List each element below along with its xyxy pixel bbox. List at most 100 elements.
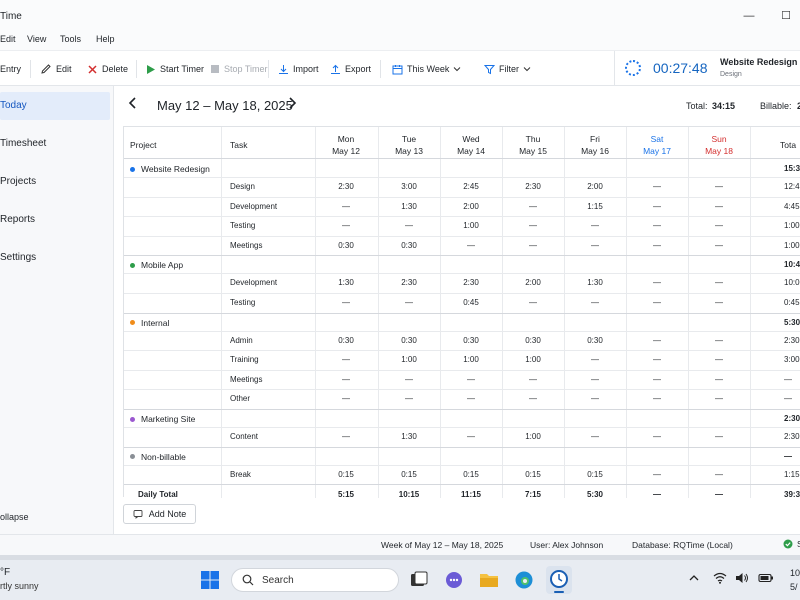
time-cell[interactable]: 0:30 <box>564 336 626 345</box>
time-cell[interactable]: — <box>315 394 377 403</box>
start-timer-button[interactable]: Start Timer <box>146 61 204 77</box>
time-cell[interactable]: — <box>502 241 564 250</box>
active-timer-panel[interactable]: 00:27:48 Website Redesign Design <box>614 51 800 86</box>
time-cell[interactable]: — <box>378 221 440 230</box>
time-cell[interactable]: — <box>626 336 688 345</box>
time-cell[interactable]: — <box>626 182 688 191</box>
time-cell[interactable]: 2:30 <box>502 182 564 191</box>
import-button[interactable]: Import <box>278 61 319 77</box>
time-cell[interactable]: 0:15 <box>378 470 440 479</box>
time-cell[interactable]: — <box>688 336 750 345</box>
time-cell[interactable]: — <box>626 241 688 250</box>
time-cell[interactable]: — <box>626 470 688 479</box>
time-cell[interactable]: — <box>564 298 626 307</box>
sidebar-item-projects[interactable]: Projects <box>0 168 110 196</box>
time-cell[interactable]: — <box>688 241 750 250</box>
time-cell[interactable]: 2:45 <box>440 182 502 191</box>
time-cell[interactable]: — <box>564 241 626 250</box>
time-cell[interactable]: 1:30 <box>378 202 440 211</box>
taskbar-time[interactable]: 10 <box>790 568 800 578</box>
time-cell[interactable]: — <box>688 202 750 211</box>
time-cell[interactable]: — <box>564 355 626 364</box>
time-cell[interactable]: 0:15 <box>564 470 626 479</box>
sidebar-item-timesheet[interactable]: Timesheet <box>0 130 110 158</box>
filter-dropdown[interactable]: Filter <box>484 61 531 77</box>
time-cell[interactable]: 2:30 <box>378 278 440 287</box>
time-cell[interactable]: — <box>688 182 750 191</box>
minimize-button[interactable]: — <box>738 6 760 26</box>
time-cell[interactable]: 0:30 <box>378 336 440 345</box>
start-menu-icon[interactable] <box>199 569 221 591</box>
edit-button[interactable]: Edit <box>40 61 72 77</box>
time-cell[interactable]: 0:30 <box>502 336 564 345</box>
new-entry-button[interactable]: Entry <box>0 61 21 77</box>
time-cell[interactable]: — <box>564 394 626 403</box>
date-range-dropdown[interactable]: This Week <box>392 61 461 77</box>
time-cell[interactable]: — <box>626 221 688 230</box>
time-cell[interactable]: — <box>378 298 440 307</box>
time-cell[interactable]: — <box>440 375 502 384</box>
time-cell[interactable]: 1:00 <box>502 432 564 441</box>
time-cell[interactable]: — <box>688 221 750 230</box>
time-cell[interactable]: 2:00 <box>502 278 564 287</box>
edge-browser-icon[interactable] <box>513 569 535 591</box>
project-row-label[interactable]: Mobile App <box>130 260 183 270</box>
time-cell[interactable]: — <box>502 221 564 230</box>
time-cell[interactable]: — <box>564 221 626 230</box>
time-cell[interactable]: — <box>626 375 688 384</box>
time-cell[interactable]: 0:30 <box>378 241 440 250</box>
menu-tools[interactable]: Tools <box>60 34 81 44</box>
time-cell[interactable]: 0:15 <box>315 470 377 479</box>
project-row-label[interactable]: Non-billable <box>130 452 186 462</box>
chevron-up-icon[interactable] <box>688 572 700 584</box>
time-cell[interactable]: 1:30 <box>564 278 626 287</box>
time-cell[interactable]: 0:30 <box>315 336 377 345</box>
time-cell[interactable]: — <box>564 375 626 384</box>
time-cell[interactable]: 1:00 <box>502 355 564 364</box>
time-cell[interactable]: 2:30 <box>315 182 377 191</box>
time-cell[interactable]: — <box>688 470 750 479</box>
time-cell[interactable]: 1:00 <box>440 221 502 230</box>
weather-desc[interactable]: rtly sunny <box>0 581 39 591</box>
time-cell[interactable]: — <box>688 278 750 287</box>
time-cell[interactable]: 0:30 <box>440 336 502 345</box>
time-cell[interactable]: — <box>564 432 626 441</box>
time-cell[interactable]: — <box>688 298 750 307</box>
task-view-icon[interactable] <box>408 569 430 591</box>
time-cell[interactable]: — <box>440 241 502 250</box>
time-cell[interactable]: 1:00 <box>378 355 440 364</box>
menu-help[interactable]: Help <box>96 34 115 44</box>
time-cell[interactable]: 0:30 <box>315 241 377 250</box>
project-row-label[interactable]: Internal <box>130 318 169 328</box>
prev-week-button[interactable] <box>128 96 138 110</box>
weather-temp[interactable]: °F <box>0 567 10 578</box>
time-cell[interactable]: — <box>502 298 564 307</box>
time-cell[interactable]: — <box>626 355 688 364</box>
time-cell[interactable]: — <box>626 394 688 403</box>
add-note-button[interactable]: Add Note <box>123 504 196 524</box>
export-button[interactable]: Export <box>330 61 371 77</box>
sidebar-item-reports[interactable]: Reports <box>0 206 110 234</box>
time-cell[interactable]: — <box>626 202 688 211</box>
wifi-icon[interactable] <box>713 572 727 584</box>
time-cell[interactable]: — <box>502 394 564 403</box>
maximize-button[interactable]: ☐ <box>775 6 797 26</box>
next-week-button[interactable] <box>287 96 297 110</box>
taskbar-date[interactable]: 5/ <box>790 582 798 592</box>
menu-view[interactable]: View <box>27 34 46 44</box>
time-cell[interactable]: — <box>688 394 750 403</box>
time-cell[interactable]: 0:15 <box>440 470 502 479</box>
chat-icon[interactable] <box>443 569 465 591</box>
sidebar-item-today[interactable]: Today <box>0 92 110 120</box>
time-cell[interactable]: — <box>315 355 377 364</box>
time-cell[interactable]: 1:00 <box>440 355 502 364</box>
file-explorer-icon[interactable] <box>478 569 500 591</box>
time-cell[interactable]: 2:00 <box>564 182 626 191</box>
collapse-button[interactable]: ollapse <box>0 512 29 522</box>
time-cell[interactable]: — <box>315 375 377 384</box>
time-cell[interactable]: — <box>626 298 688 307</box>
time-cell[interactable]: — <box>315 202 377 211</box>
time-cell[interactable]: — <box>378 375 440 384</box>
time-cell[interactable]: — <box>440 432 502 441</box>
time-cell[interactable]: 3:00 <box>378 182 440 191</box>
